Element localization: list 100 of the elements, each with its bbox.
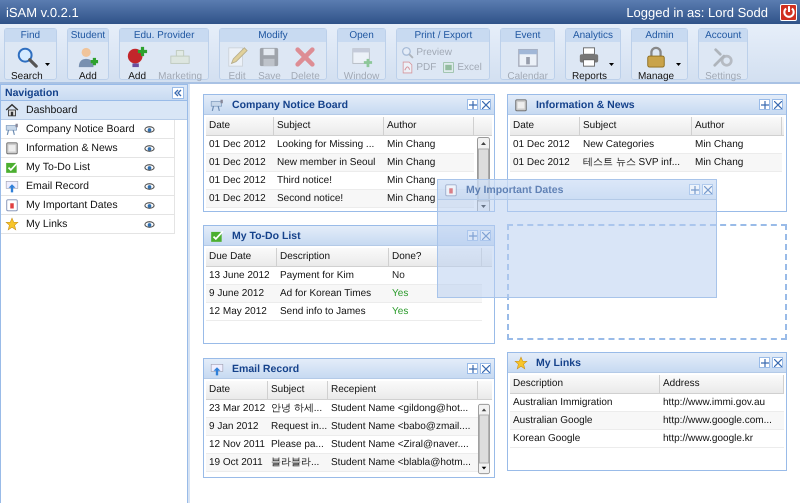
close-button[interactable] <box>702 184 713 195</box>
table-cell-text: Min Chang <box>386 174 436 188</box>
close-button[interactable] <box>480 363 491 374</box>
group-title: Print / Export <box>397 29 490 42</box>
expand-button[interactable] <box>467 363 478 374</box>
table-cell-text: Australian Google <box>512 414 594 428</box>
table-cell-text: 01 Dec 2012 <box>208 138 267 152</box>
group-title: Find <box>5 29 56 42</box>
nav-item[interactable]: Information & News <box>1 139 175 158</box>
column-header[interactable]: Subject <box>268 381 328 399</box>
table-cell-text: Third notice! <box>276 174 334 188</box>
table-cell-text: Send info to James <box>279 305 367 319</box>
user-label: Logged in as: Lord Sodd <box>626 4 768 20</box>
table-cell-text: Student Name <Ziral@naver.... <box>330 438 470 452</box>
eye-icon <box>143 142 156 154</box>
table-cell-text: No <box>391 269 406 283</box>
column-header[interactable]: Author <box>692 117 782 135</box>
table-cell-text: Min Chang <box>694 138 744 152</box>
toolbar-button[interactable]: Add <box>74 43 102 82</box>
table-cell-text: Yes <box>391 287 410 301</box>
table-cell-text: 01 Dec 2012 <box>512 138 571 152</box>
person-plus-icon <box>76 46 99 68</box>
table-cell-text: 01 Dec 2012 <box>208 156 267 170</box>
nav-item[interactable]: My Links <box>1 215 175 234</box>
logout-button[interactable] <box>780 4 797 20</box>
table-cell-text: New Categories <box>582 138 656 152</box>
panel-title: My To-Do List <box>232 230 302 242</box>
column-header[interactable]: Date <box>206 381 268 399</box>
nav-item[interactable]: My Important Dates <box>1 196 175 215</box>
column-header[interactable]: Description <box>510 375 660 393</box>
document-icon <box>5 141 19 155</box>
panel-title: Company Notice Board <box>232 98 350 110</box>
document-icon <box>514 98 528 112</box>
checkmark-icon <box>210 228 224 242</box>
table-cell-text: Yes <box>391 305 410 319</box>
printer-icon <box>578 46 600 68</box>
expand-button[interactable] <box>467 99 478 110</box>
panel-title: Navigation <box>5 86 60 98</box>
calendar-icon <box>5 198 19 212</box>
table-cell-text: Request in... <box>270 420 328 434</box>
scrollbar[interactable] <box>478 401 490 477</box>
close-button[interactable] <box>772 99 783 110</box>
nav-item[interactable]: Email Record <box>1 177 175 196</box>
table-cell-text: http://www.google.com... <box>662 414 773 428</box>
table-cell-text: Student Name <babo@zmail.... <box>330 420 472 434</box>
collapse-button[interactable] <box>172 86 184 98</box>
padlock-icon <box>645 46 668 68</box>
toolbar-button[interactable]: Search <box>8 43 53 82</box>
table-cell-text: Australian Immigration <box>512 396 614 410</box>
expand-button[interactable] <box>759 357 770 368</box>
column-header[interactable]: Done? <box>389 248 482 266</box>
table-cell-text: 01 Dec 2012 <box>208 174 267 188</box>
expand-button[interactable] <box>759 99 770 110</box>
expand-button[interactable] <box>689 184 700 195</box>
column-header[interactable]: Subject <box>274 117 384 135</box>
table-cell-text: Payment for Kim <box>279 269 355 283</box>
close-button[interactable] <box>480 99 491 110</box>
column-header[interactable]: Author <box>384 117 474 135</box>
table-cell-text: 01 Dec 2012 <box>208 192 267 206</box>
toolbar-button[interactable]: Manage <box>634 43 684 82</box>
table-cell-text: 12 May 2012 <box>208 305 268 319</box>
group-title: Modify <box>220 29 326 42</box>
table-cell-text: 9 June 2012 <box>208 287 266 301</box>
nav-item[interactable]: Dashboard <box>1 101 187 120</box>
group-title: Analytics <box>566 29 620 42</box>
column-header[interactable]: Subject <box>580 117 692 135</box>
spreadsheet-icon <box>442 61 456 74</box>
table-cell-text: 13 June 2012 <box>208 269 271 283</box>
eye-icon <box>143 162 156 172</box>
group-title: Account <box>699 29 748 42</box>
app-title: iSAM v.0.2.1 <box>6 4 80 20</box>
group-title: Student <box>68 29 108 42</box>
column-header[interactable]: Description <box>277 248 389 266</box>
table-cell-text: Second notice! <box>276 192 344 206</box>
column-header[interactable]: Date <box>206 117 274 135</box>
table-cell-text: Min Chang <box>386 138 436 152</box>
column-header[interactable]: Recepient <box>328 381 478 399</box>
close-button[interactable] <box>772 357 783 368</box>
eye-icon <box>143 124 156 134</box>
column-header[interactable]: Date <box>510 117 580 135</box>
table-cell-text: 12 Nov 2011 <box>208 438 266 452</box>
toolbar-button[interactable]: Reports <box>568 43 617 82</box>
toolbar-button[interactable]: Add <box>123 43 152 82</box>
house-icon <box>5 103 19 117</box>
group-title: Event <box>501 29 554 42</box>
table-cell-text: 19 Oct 2011 <box>208 456 264 470</box>
table-cell-text: Please pa... <box>270 438 325 452</box>
column-header[interactable]: Address <box>660 375 784 393</box>
group-title: Open <box>338 29 386 42</box>
table-cell-text: 블라블라... <box>270 456 320 470</box>
plus-ball-icon <box>126 46 148 68</box>
table-cell-text: 9 Jan 2012 <box>208 420 260 434</box>
nav-item[interactable]: My To-Do List <box>1 158 175 177</box>
table-cell-text: Min Chang <box>386 156 436 170</box>
panel-title: My Links <box>536 356 582 368</box>
star-icon <box>514 356 528 370</box>
column-header[interactable]: Due Date <box>206 248 277 266</box>
eye-icon <box>143 200 156 210</box>
nav-item[interactable]: Company Notice Board <box>1 120 175 139</box>
table-cell-text: New member in Seoul <box>276 156 376 170</box>
